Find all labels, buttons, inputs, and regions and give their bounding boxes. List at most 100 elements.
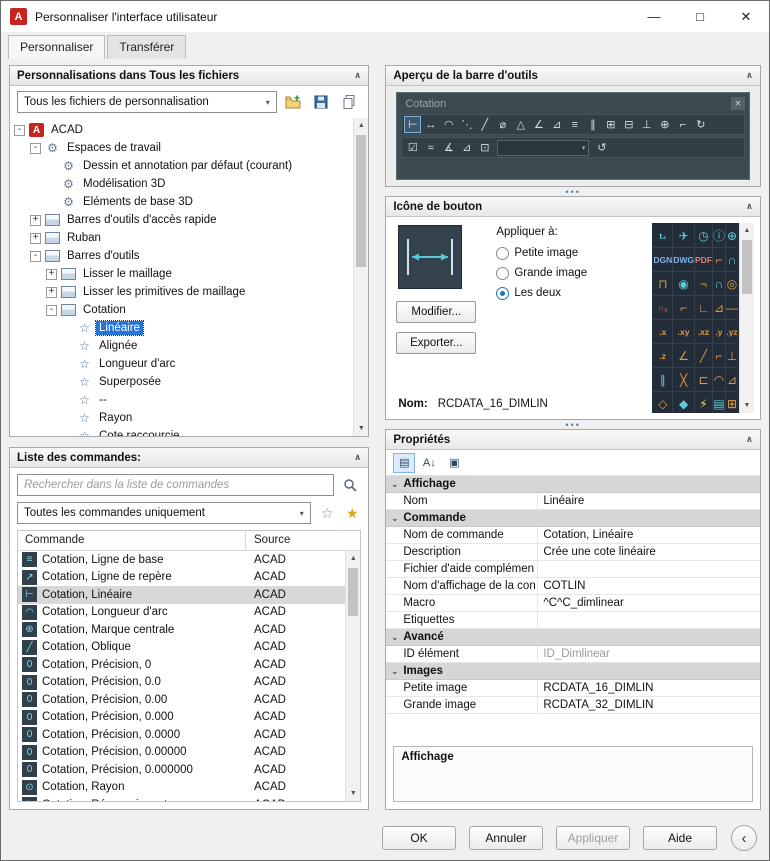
tree-item[interactable]: - Cotation xyxy=(10,301,353,319)
grid-image-cell[interactable]: ✈ xyxy=(673,224,694,247)
grid-image-cell[interactable]: ⊿ xyxy=(712,296,725,319)
grid-image-cell[interactable]: ⌐ xyxy=(712,344,725,367)
grid-image-cell[interactable]: ◆ xyxy=(673,392,694,412)
preview-tool-icon[interactable]: ⌀ xyxy=(494,116,511,133)
save-as-cui-file-button[interactable] xyxy=(337,91,361,113)
command-row[interactable]: ⊢ Cotation, Linéaire ACAD xyxy=(18,586,346,604)
grid-image-cell[interactable]: ∠ xyxy=(673,344,694,367)
grid-image-cell[interactable]: ⊏ xyxy=(694,368,712,391)
command-row[interactable]: ⇆ Cotation, Réassocier cotesACAD xyxy=(18,796,345,801)
tree-item[interactable]: - Barres d'outils xyxy=(10,247,353,265)
preview-tool-icon[interactable]: ∡ xyxy=(440,139,457,156)
tree-item[interactable]: ⚙ Dessin et annotation par défaut (couran… xyxy=(10,157,353,175)
grid-image-cell[interactable]: ⊥ xyxy=(726,344,738,367)
preview-tool-icon[interactable]: ⊥ xyxy=(638,116,655,133)
minimize-button[interactable]: — xyxy=(631,1,677,32)
preview-tool-icon[interactable]: ⊟ xyxy=(620,116,637,133)
grid-image-cell[interactable]: ∩ xyxy=(712,272,725,295)
command-row[interactable]: ≡ Cotation, Ligne de base ACAD xyxy=(18,551,345,569)
categorized-icon[interactable]: ▤ xyxy=(393,452,416,473)
collapse-chevron-icon[interactable]: ∧ xyxy=(746,434,753,445)
preview-tool-icon[interactable]: ⊿ xyxy=(548,116,565,133)
cui-file-dropdown[interactable]: Tous les fichiers de personnalisation ▾ xyxy=(17,91,278,113)
property-row[interactable]: Nom de commande Cotation, Linéaire xyxy=(386,527,760,544)
preview-tool-icon[interactable]: ↺ xyxy=(593,139,610,156)
tree-expander-icon[interactable]: + xyxy=(46,286,57,298)
preview-tool-icon[interactable]: ╱ xyxy=(476,116,493,133)
preview-tool-icon[interactable]: ⋱ xyxy=(458,116,475,133)
property-category[interactable]: ⌄ Images xyxy=(386,663,760,680)
command-row[interactable]: ⊙ Cotation, Rayon ACAD xyxy=(18,779,345,797)
command-filter-dropdown[interactable]: Toutes les commandes uniquement ▾ xyxy=(17,502,312,524)
command-row[interactable]: 0 Cotation, Précision, 0.0000 ACAD xyxy=(18,726,345,744)
splitter-handle[interactable]: ••• xyxy=(385,420,761,430)
tree-item[interactable]: ☆ Alignée xyxy=(10,337,353,355)
preview-tool-icon[interactable]: ≡ xyxy=(566,116,583,133)
tree-item[interactable]: ⚙ Eléments de base 3D xyxy=(10,193,353,211)
tree-item[interactable]: - ⚙ Espaces de travail xyxy=(10,139,353,157)
radio-option-1[interactable]: Grande image xyxy=(496,263,644,283)
property-row[interactable]: ID élément ID_Dimlinear xyxy=(386,646,760,663)
grid-image-cell[interactable]: PDF xyxy=(694,248,712,271)
command-row[interactable]: 0 Cotation, Précision, 0.00 ACAD xyxy=(18,691,345,709)
preview-tool-icon[interactable]: ☑ xyxy=(404,139,421,156)
grid-image-cell[interactable]: ⊓ xyxy=(653,272,673,295)
collapse-chevron-icon[interactable]: ∧ xyxy=(746,201,753,212)
grid-image-cell[interactable]: ◎ xyxy=(726,272,738,295)
grid-image-cell[interactable]: ∟ xyxy=(694,296,712,319)
close-icon[interactable]: ✕ xyxy=(731,97,745,110)
load-cui-file-button[interactable] xyxy=(281,91,305,113)
grid-image-cell[interactable]: ◠ xyxy=(712,368,725,391)
tree-item[interactable]: ☆ Longueur d'arc xyxy=(10,355,353,373)
modify-button[interactable]: Modifier... xyxy=(396,301,477,323)
cancel-button[interactable]: Annuler xyxy=(469,826,543,850)
grid-image-cell[interactable]: t₃ xyxy=(653,224,673,247)
grid-image-cell[interactable]: .z xyxy=(653,344,673,367)
grid-image-cell[interactable]: ⊞ xyxy=(726,392,738,412)
tree-item[interactable]: ☆ Cote raccourcie xyxy=(10,427,353,436)
chevron-down-icon[interactable]: ▾ xyxy=(293,509,310,518)
property-category[interactable]: ⌄ Affichage xyxy=(386,476,760,493)
export-button[interactable]: Exporter... xyxy=(396,332,477,354)
command-row[interactable]: ◠ Cotation, Longueur d'arc ACAD xyxy=(18,604,345,622)
tree-expander-icon[interactable]: - xyxy=(46,304,57,316)
grid-image-cell[interactable]: ∥ xyxy=(653,368,673,391)
preview-tool-icon[interactable]: ⊞ xyxy=(602,116,619,133)
grid-image-cell[interactable]: ╱ xyxy=(694,344,712,367)
alphabetical-icon[interactable]: A↓ xyxy=(418,453,440,473)
grid-image-cell[interactable]: DWG xyxy=(673,248,694,271)
dim-style-dropdown[interactable]: ▾ xyxy=(497,139,590,156)
radio-option-0[interactable]: Petite image xyxy=(496,243,644,263)
search-icon[interactable] xyxy=(339,474,361,496)
grid-image-cell[interactable]: ╳ xyxy=(673,368,694,391)
grid-image-cell[interactable]: ⊕ xyxy=(726,224,738,247)
save-cui-file-button[interactable] xyxy=(309,91,333,113)
grid-image-cell[interactable]: ◷ xyxy=(694,224,712,247)
grid-image-cell[interactable]: ∩ₓ xyxy=(653,296,673,319)
chevron-down-icon[interactable]: ▾ xyxy=(582,144,589,152)
tree-expander-icon[interactable]: + xyxy=(46,268,57,280)
column-header-commande[interactable]: Commande xyxy=(18,531,246,550)
grid-image-cell[interactable]: ⌐ xyxy=(673,296,694,319)
maximize-button[interactable]: □ xyxy=(677,1,723,32)
command-row[interactable]: ╱ Cotation, Oblique ACAD xyxy=(18,639,345,657)
preview-tool-icon[interactable]: ≈ xyxy=(422,139,439,156)
grid-image-cell[interactable]: .xz xyxy=(694,320,712,343)
splitter-handle[interactable]: ••• xyxy=(385,187,761,197)
preview-tool-icon[interactable]: △ xyxy=(512,116,529,133)
grid-image-cell[interactable]: ⌐ xyxy=(712,248,725,271)
property-row[interactable]: Description Crée une cote linéaire xyxy=(386,544,760,561)
tree-item[interactable]: + Barres d'outils d'accès rapide xyxy=(10,211,353,229)
preview-tool-icon[interactable]: ⊢ xyxy=(404,116,422,133)
command-row[interactable]: 0 Cotation, Précision, 0.000 ACAD xyxy=(18,709,345,727)
radio-option-2[interactable]: Les deux xyxy=(496,283,644,303)
scroll-up-icon[interactable]: ▲ xyxy=(346,551,360,566)
grid-image-cell[interactable]: .y xyxy=(712,320,725,343)
command-row[interactable]: 0 Cotation, Précision, 0.000000 ACAD xyxy=(18,761,345,779)
property-row[interactable]: Petite image RCDATA_16_DIMLIN xyxy=(386,680,760,697)
property-row[interactable]: Macro ^C^C_dimlinear xyxy=(386,595,760,612)
tree-item[interactable]: ⚙ Modélisation 3D xyxy=(10,175,353,193)
scroll-down-icon[interactable]: ▼ xyxy=(346,786,360,801)
grid-image-cell[interactable]: ▤ xyxy=(712,392,725,412)
grid-image-cell[interactable]: ⚡ xyxy=(694,392,712,412)
